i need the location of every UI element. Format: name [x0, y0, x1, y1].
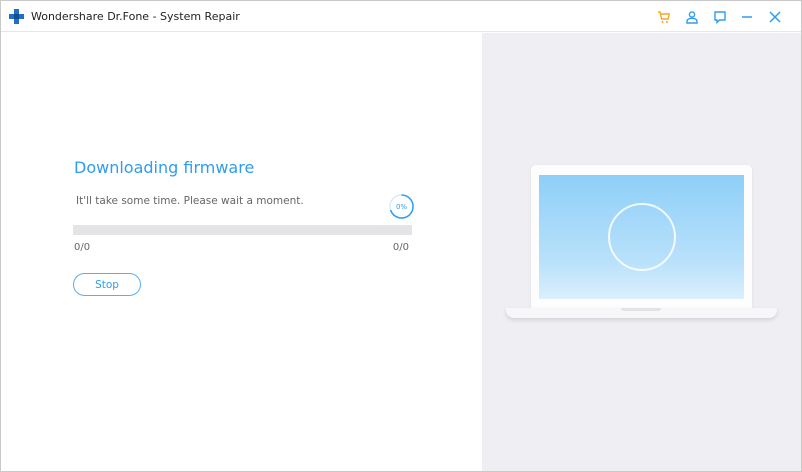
illustration-panel — [482, 33, 801, 471]
feedback-button[interactable] — [710, 7, 730, 27]
feedback-icon — [714, 11, 726, 24]
laptop-notch — [621, 308, 661, 311]
page-title: Downloading firmware — [74, 158, 255, 177]
close-button[interactable] — [765, 7, 785, 27]
downloaded-count: 0/0 — [74, 242, 91, 253]
progress-percent: 0% — [395, 202, 408, 211]
close-icon — [769, 11, 781, 23]
laptop-illustration — [531, 165, 752, 308]
laptop-base — [506, 308, 777, 318]
cart-button[interactable] — [654, 7, 674, 27]
laptop-screen — [539, 175, 744, 299]
account-icon — [686, 11, 698, 24]
stop-button[interactable]: Stop — [73, 273, 141, 296]
minimize-icon — [742, 16, 752, 18]
progress-bar — [73, 225, 412, 235]
wait-message: It'll take some time. Please wait a mome… — [76, 195, 304, 207]
window-title: Wondershare Dr.Fone - System Repair — [31, 10, 240, 23]
total-count: 0/0 — [392, 242, 409, 253]
minimize-button[interactable] — [737, 7, 757, 27]
loading-ring-icon — [608, 203, 676, 271]
app-window: Wondershare Dr.Fone - System Repair Down… — [0, 0, 802, 472]
title-bar: Wondershare Dr.Fone - System Repair — [1, 1, 801, 32]
plus-cross-logo-icon — [9, 9, 24, 24]
download-panel: Downloading firmware It'll take some tim… — [1, 33, 482, 471]
account-button[interactable] — [682, 7, 702, 27]
cart-icon — [658, 11, 671, 23]
